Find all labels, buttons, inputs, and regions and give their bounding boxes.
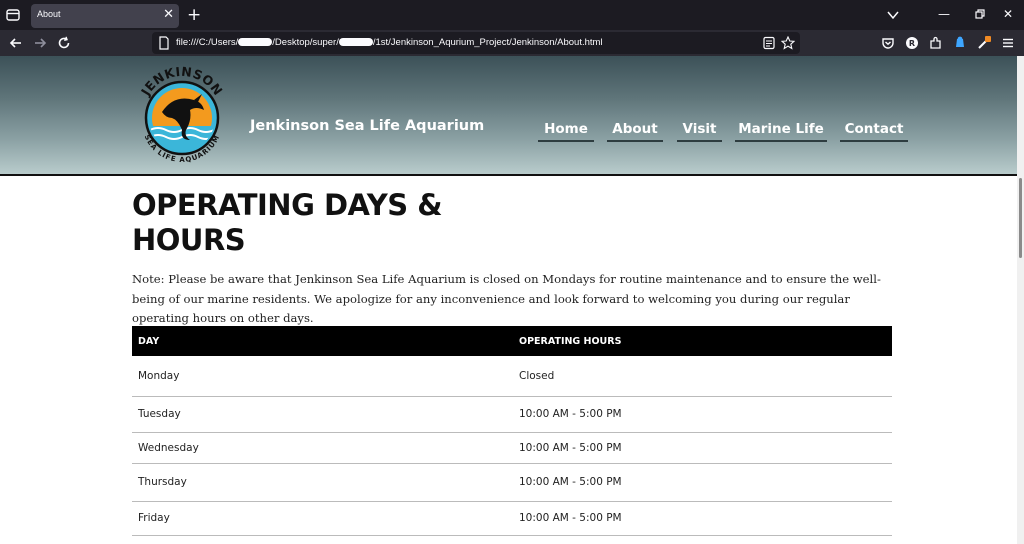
svg-text:R: R <box>909 39 915 48</box>
page-icon <box>159 36 169 50</box>
aquarium-logo[interactable]: JENKINSON SEA LIFE AQUARIUM <box>132 60 232 170</box>
addon-badge-icon[interactable] <box>976 35 992 51</box>
nav-marine-life[interactable]: Marine Life <box>735 120 827 142</box>
profile-icon[interactable]: R <box>904 35 920 51</box>
browser-nav-bar: file:///C:/Users/ /Desktop/super/ /1st/Jen… <box>0 30 1024 56</box>
url-segment-3: /1st/Jenkinson_Aqurium_Project/Jenkinson… <box>372 37 603 48</box>
close-icon[interactable]: ✕ <box>163 7 174 23</box>
forward-icon[interactable] <box>32 35 48 51</box>
hours-cell: 10:00 AM - 5:00 PM <box>513 501 892 536</box>
table-row: Wednesday 10:00 AM - 5:00 PM <box>132 432 892 464</box>
nav-visit[interactable]: Visit <box>677 120 722 142</box>
menu-icon[interactable] <box>1000 35 1016 51</box>
nav-home[interactable]: Home <box>538 120 594 142</box>
operating-hours-table: DAY OPERATING HOURS Monday Closed Tuesda… <box>132 326 892 536</box>
restore-icon[interactable] <box>972 6 988 22</box>
day-cell: Monday <box>132 356 513 397</box>
reload-icon[interactable] <box>56 35 72 51</box>
tab-list-icon[interactable] <box>5 7 21 23</box>
browser-tab-bar: About ✕ + — ✕ <box>0 0 1024 30</box>
header-operating-hours: OPERATING HOURS <box>513 326 892 356</box>
header-day: DAY <box>132 326 513 356</box>
url-text: file:///C:/Users/ /Desktop/super/ /1st/Jen… <box>176 37 603 48</box>
minimize-icon[interactable]: — <box>936 6 952 22</box>
day-cell: Tuesday <box>132 396 513 433</box>
scrollbar-thumb[interactable] <box>1019 178 1022 258</box>
table-header-row: DAY OPERATING HOURS <box>132 326 892 356</box>
pocket-icon[interactable] <box>880 35 896 51</box>
reader-view-icon[interactable] <box>762 36 776 50</box>
table-row: Thursday 10:00 AM - 5:00 PM <box>132 463 892 502</box>
closure-note: Note: Please be aware that Jenkinson Sea… <box>132 272 881 325</box>
table-row: Monday Closed <box>132 356 892 397</box>
site-header: JENKINSON SEA LIFE AQUARIUM Jenkinson Se… <box>0 56 1017 176</box>
page-title: OPERATING DAYS & HOURS <box>132 188 443 257</box>
hours-cell: 10:00 AM - 5:00 PM <box>513 432 892 464</box>
url-segment-2: /Desktop/super/ <box>272 37 339 48</box>
browser-tab-active[interactable]: About ✕ <box>31 4 179 28</box>
redacted-folder <box>338 38 373 47</box>
hours-cell: 10:00 AM - 5:00 PM <box>513 463 892 502</box>
nav-about[interactable]: About <box>607 120 663 142</box>
star-icon[interactable] <box>781 36 795 50</box>
site-title: Jenkinson Sea Life Aquarium <box>250 118 485 134</box>
tab-title: About <box>37 9 61 19</box>
page-scrollbar[interactable] <box>1017 56 1024 544</box>
chevron-down-icon[interactable] <box>886 8 900 22</box>
day-cell: Thursday <box>132 463 513 502</box>
close-window-icon[interactable]: ✕ <box>1000 6 1016 22</box>
addon-icon[interactable] <box>952 35 968 51</box>
back-icon[interactable] <box>8 35 24 51</box>
table-row: Friday 10:00 AM - 5:00 PM <box>132 501 892 536</box>
extensions-icon[interactable] <box>928 35 944 51</box>
address-bar[interactable]: file:///C:/Users/ /Desktop/super/ /1st/Jen… <box>152 32 800 54</box>
table-row: Tuesday 10:00 AM - 5:00 PM <box>132 396 892 433</box>
hours-cell: 10:00 AM - 5:00 PM <box>513 396 892 433</box>
day-cell: Friday <box>132 501 513 536</box>
day-cell: Wednesday <box>132 432 513 464</box>
hours-cell: Closed <box>513 356 892 397</box>
nav-contact[interactable]: Contact <box>840 120 908 142</box>
url-segment-1: file:///C:/Users/ <box>176 37 239 48</box>
redacted-username <box>238 38 273 47</box>
plus-icon[interactable]: + <box>187 5 201 25</box>
